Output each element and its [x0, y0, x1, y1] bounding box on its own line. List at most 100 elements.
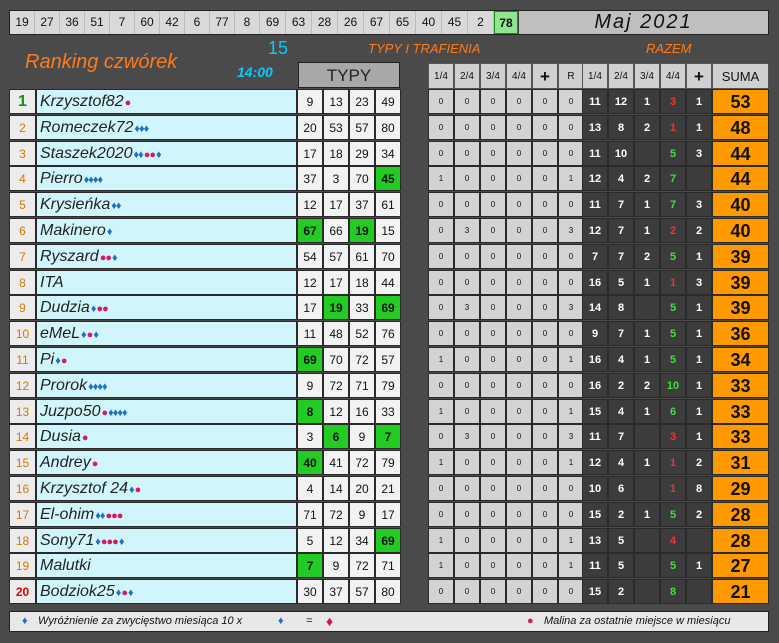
stat-cell: 0 [532, 424, 558, 450]
drawn-number: 2 [468, 11, 494, 34]
rank-cell: 15 [9, 450, 36, 476]
razem-cell: 7 [608, 321, 634, 347]
razem-cell: 1 [686, 89, 712, 114]
column-header: R [558, 63, 584, 89]
rank-cell: 10 [9, 321, 36, 347]
player-name: Staszek2020♦♦●●♦ [36, 140, 297, 166]
stat-cell: 0 [506, 89, 532, 114]
column-gap [402, 114, 428, 140]
stat-cell: 0 [558, 140, 584, 166]
stat-cell: 0 [428, 321, 454, 347]
stat-cell: 0 [428, 424, 454, 450]
razem-cell: 1 [634, 217, 660, 243]
stat-cell: 0 [480, 295, 506, 321]
razem-cell: 7 [608, 243, 634, 269]
player-name-text: Romeczek72 [40, 118, 134, 136]
razem-cell: 6 [660, 398, 686, 424]
razem-cell: 5 [660, 501, 686, 527]
stat-cell: 0 [428, 295, 454, 321]
typ-cell: 21 [375, 475, 401, 501]
stat-cell: 0 [454, 398, 480, 424]
rank-cell: 3 [9, 140, 36, 166]
table-row: 10 eMeL♦●♦ 11 48 52 76 0 0 0 0 0 0 9 7 1 5 1 36 [9, 321, 769, 347]
player-name-text: Staszek2020 [40, 144, 133, 162]
razem-cell: 5 [660, 553, 686, 579]
stat-cell: 0 [480, 192, 506, 218]
suma-cell: 36 [712, 321, 769, 347]
razem-cell: 1 [634, 450, 660, 476]
razem-cell: 10 [582, 475, 608, 501]
legend-equals: = [306, 615, 313, 627]
drawn-number: 26 [338, 11, 364, 34]
razem-cell: 1 [686, 372, 712, 398]
diamond-icon: ♦ [90, 303, 97, 316]
rank-cell: 2 [9, 114, 36, 140]
stat-cell: 3 [454, 295, 480, 321]
player-name: Makinero♦ [36, 217, 297, 243]
razem-cell: 11 [582, 140, 608, 166]
suma-cell: 31 [712, 450, 769, 476]
razem-cell: 10 [660, 372, 686, 398]
diamond-icon: ♦ [93, 329, 99, 342]
raspberry-icon: ● [124, 97, 132, 109]
stat-cell: 0 [454, 140, 480, 166]
rank-cell: 20 [9, 579, 36, 605]
stat-cell: 0 [532, 372, 558, 398]
header-razem: RAZEM [646, 41, 692, 56]
table-row: 11 Pi♦● 69 70 72 57 1 0 0 0 0 1 16 4 1 5 1 34 [9, 346, 769, 373]
razem-cell: 3 [686, 192, 712, 218]
player-name-text: Prorok [40, 376, 88, 394]
typ-cell: 37 [323, 579, 349, 605]
rank-cell: 16 [9, 475, 36, 501]
column-header: 1/4 [582, 63, 608, 89]
razem-cell: 8 [608, 295, 634, 321]
raspberry-icon: ●●● [105, 509, 123, 522]
column-gap [402, 553, 428, 579]
typ-cell: 69 [375, 295, 401, 321]
typ-cell: 12 [323, 527, 349, 553]
stat-cell: 0 [532, 321, 558, 347]
typ-cell: 70 [375, 243, 401, 269]
typ-cell: 23 [349, 89, 375, 114]
typ-cell: 76 [375, 321, 401, 347]
ruby-gem-icon: ♦ [326, 613, 334, 629]
typ-cell: 70 [349, 166, 375, 192]
razem-cell: 1 [660, 114, 686, 140]
typ-cell: 20 [297, 114, 323, 140]
stat-cell: 0 [480, 398, 506, 424]
typ-cell: 45 [375, 166, 401, 192]
stat-cell: 1 [428, 553, 454, 579]
typ-cell: 72 [323, 501, 349, 527]
player-name: Dudzia♦●● [36, 295, 297, 321]
razem-cell [634, 295, 660, 321]
player-name: Prorok♦♦♦♦ [36, 372, 297, 398]
player-name: Andrey● [36, 450, 297, 476]
stat-cell: 0 [480, 114, 506, 140]
stat-cell: 0 [532, 475, 558, 501]
razem-cell: 3 [686, 140, 712, 166]
razem-cell: 2 [608, 501, 634, 527]
razem-cell: 9 [582, 321, 608, 347]
razem-cell: 7 [608, 424, 634, 450]
table-row: 9 Dudzia♦●● 17 19 33 69 0 3 0 0 0 3 14 8 5 1 39 [9, 295, 769, 321]
typ-cell: 12 [297, 269, 323, 295]
razem-cell: 2 [608, 372, 634, 398]
column-header: 3/4 [480, 63, 506, 89]
stat-cell: 0 [532, 166, 558, 192]
stat-cell: 0 [506, 321, 532, 347]
stat-cell: 0 [480, 269, 506, 295]
player-name-text: Sony71 [40, 531, 95, 549]
razem-cell: 5 [608, 553, 634, 579]
suma-cell: 29 [712, 475, 769, 501]
typ-cell: 54 [297, 243, 323, 269]
legend-right-text: Malina za ostatnie miejsce w miesiącu [544, 615, 731, 627]
stat-cell: 0 [428, 217, 454, 243]
stat-cell: 0 [532, 217, 558, 243]
stat-cell: 0 [506, 217, 532, 243]
stat-cell: 1 [428, 398, 454, 424]
header-typy: TYPY [298, 62, 400, 88]
typ-cell: 18 [323, 140, 349, 166]
typ-cell: 71 [349, 372, 375, 398]
drawn-number: 40 [416, 11, 442, 34]
typ-cell: 8 [297, 398, 323, 424]
